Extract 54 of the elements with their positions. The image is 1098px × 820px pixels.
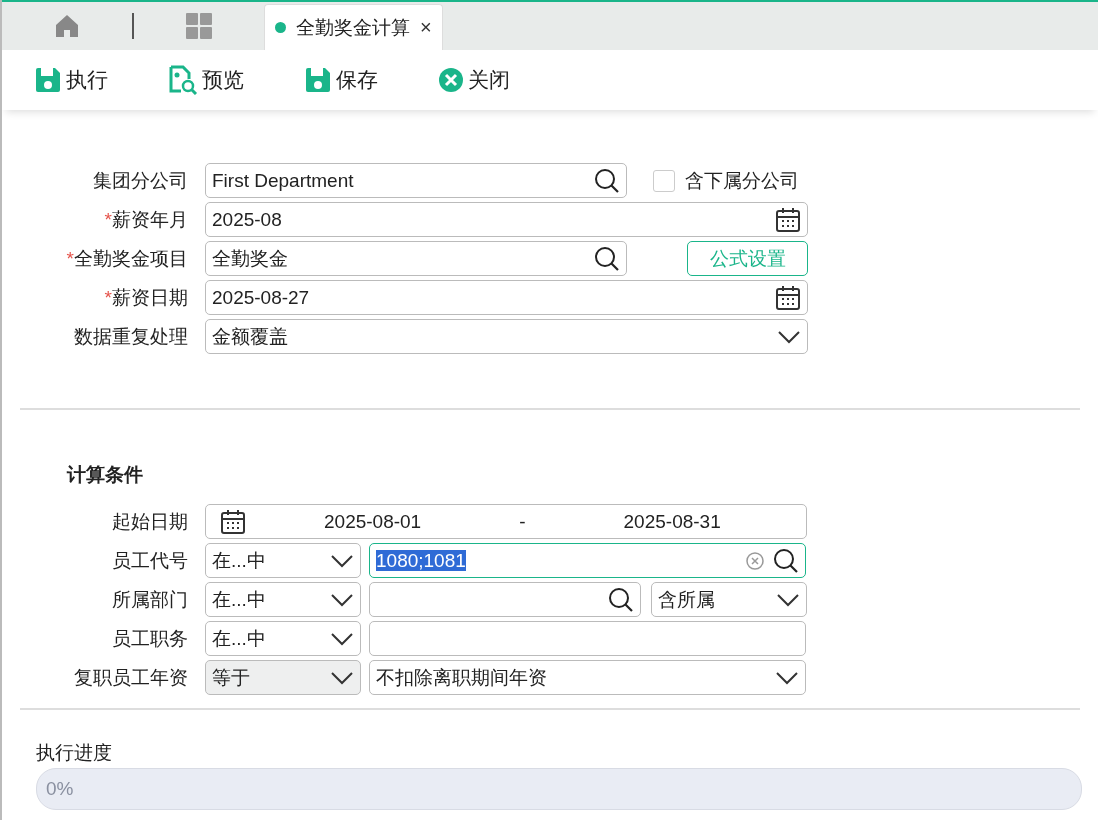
search-field[interactable]: First Department [205,163,627,198]
field-label: 复职员工年资 [73,665,189,690]
calendar-icon[interactable] [775,284,801,311]
scope-select[interactable]: 含所属 [651,582,807,617]
search-icon[interactable] [594,167,620,194]
chevron-down-icon[interactable] [776,592,800,607]
chevron-down-icon[interactable] [777,329,801,344]
operator-select[interactable]: 在...中 [205,582,361,617]
field-label: 所属部门 [111,587,189,612]
required-mark: * [104,286,112,308]
calendar-icon[interactable] [220,508,246,535]
toolbar-button[interactable]: 关闭 [438,66,510,94]
date-field[interactable]: 2025-08 [205,202,808,237]
search-field[interactable]: 1080;1081 [369,543,806,578]
label-text: 薪资年月 [112,208,188,230]
operator-select[interactable]: 在...中 [205,621,361,656]
date-range-field[interactable]: 2025-08-01 - 2025-08-31 [205,504,807,539]
checkbox-label: 含下属分公司 [685,168,799,193]
chevron-down-icon[interactable] [330,592,354,607]
clear-icon[interactable] [745,550,765,571]
label-text: 薪资日期 [112,286,188,308]
search-icon[interactable] [594,245,620,272]
close-icon [438,67,464,93]
close-tab-button[interactable]: × [420,16,432,39]
toolbar-button[interactable]: 执行 [34,66,108,94]
checkbox[interactable] [653,169,675,192]
chevron-down-icon[interactable] [330,553,354,568]
calendar-icon[interactable] [775,206,801,233]
active-dot-icon [275,22,286,33]
search-icon[interactable] [608,586,634,613]
label-text: 全勤奖金项目 [74,247,188,269]
toolbar-button[interactable]: 保存 [304,66,378,94]
chevron-down-icon[interactable] [330,631,354,646]
search-field[interactable]: 全勤奖金 [205,241,627,276]
text-field[interactable] [369,621,806,656]
label-text: 集团分公司 [93,169,188,191]
section-title: 计算条件 [67,463,144,487]
select-field[interactable]: 金额覆盖 [205,319,808,354]
progress-label: 执行进度 [36,741,113,765]
document-magnifier-icon [168,65,198,95]
toolbar-button[interactable]: 预览 [168,65,244,95]
label-text: 数据重复处理 [74,325,188,347]
field-label: 员工代号 [111,548,189,573]
home-icon[interactable] [54,13,80,39]
tab[interactable]: 全勤奖金计算 × [264,4,443,50]
field-label: 员工职务 [111,626,189,651]
operator-select[interactable]: 在...中 [205,543,361,578]
search-icon[interactable] [773,547,799,574]
date-field[interactable]: 2025-08-27 [205,280,808,315]
search-field[interactable] [369,582,641,617]
required-mark: * [104,208,112,230]
progress-reading: 0% [46,778,74,800]
field-label: 起始日期 [111,509,189,534]
required-mark: * [66,247,74,269]
